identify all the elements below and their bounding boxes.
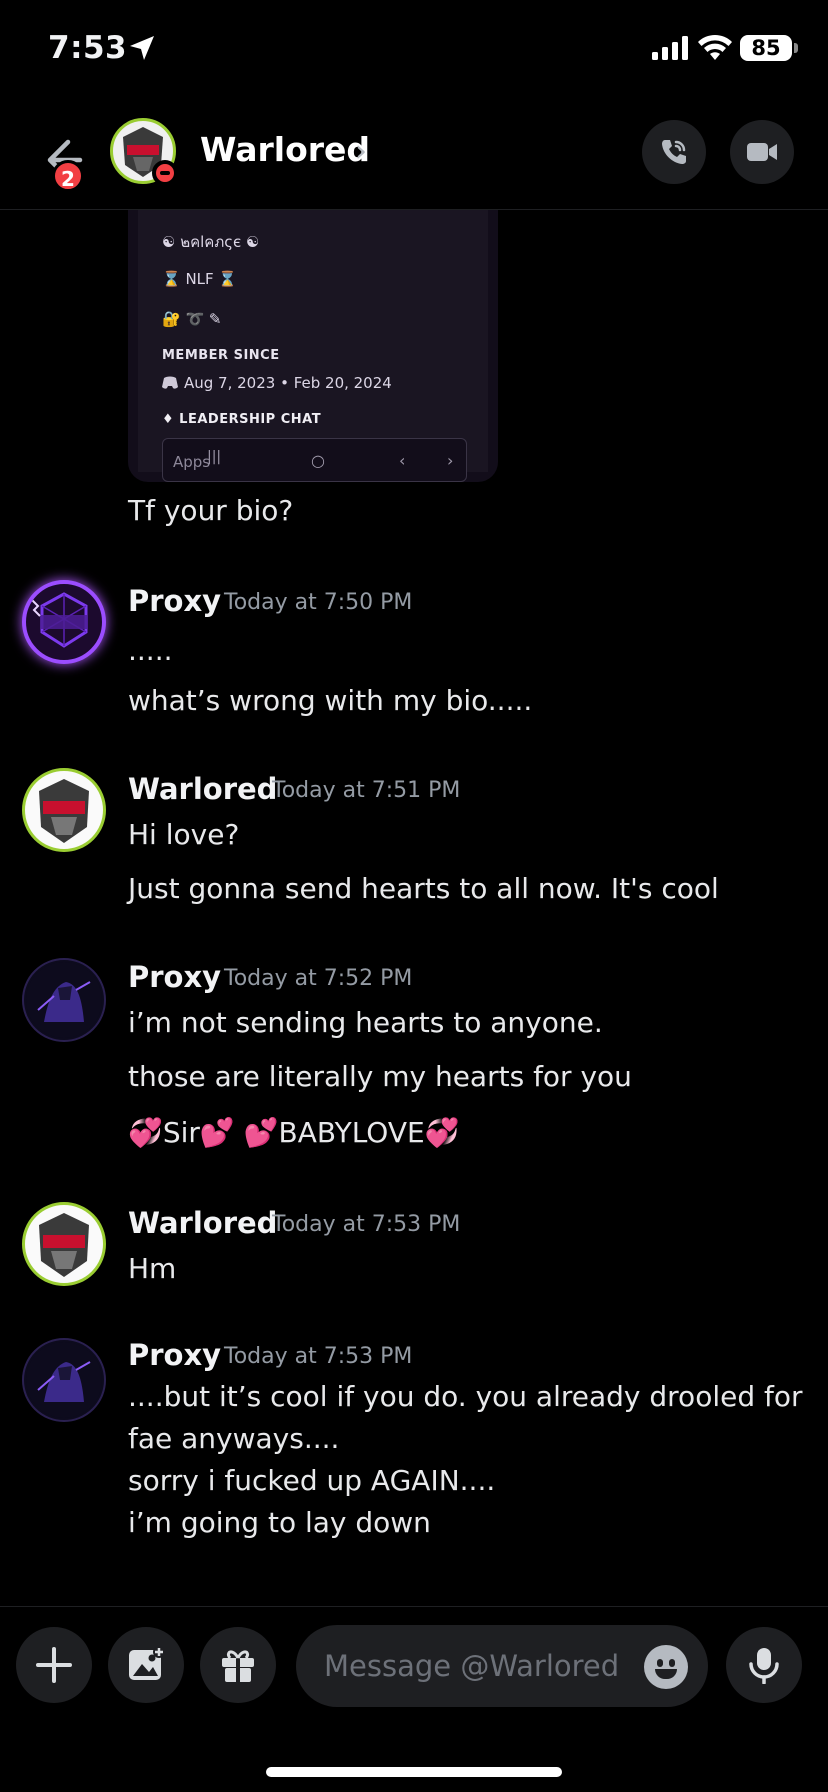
dm-recipient-name[interactable]: Warlored: [200, 130, 370, 169]
status-bar: 7:53 85: [0, 0, 828, 100]
warlored-logo-icon: [39, 779, 89, 843]
message-text: i’m not sending hearts to anyone.: [128, 1006, 603, 1039]
message-text: those are literally my hearts for you: [128, 1060, 632, 1093]
home-indicator[interactable]: [266, 1767, 562, 1777]
phone-icon: [662, 140, 686, 164]
proxy-character-icon: [26, 962, 102, 1038]
message-timestamp: Today at 7:50 PM: [224, 590, 413, 615]
emoji-icon[interactable]: [644, 1645, 688, 1689]
message-author[interactable]: Proxy: [128, 1338, 221, 1372]
message-author[interactable]: Warlored: [128, 772, 277, 806]
message-timestamp: Today at 7:53 PM: [272, 1212, 461, 1237]
recent-apps-icon: |||: [207, 449, 222, 465]
emoji-mouth: [655, 1669, 677, 1679]
warlored-logo-icon: [39, 1213, 89, 1277]
message-input-container[interactable]: [296, 1625, 708, 1707]
message-composer: [0, 1606, 828, 1726]
member-since-heading: MEMBER SINCE: [162, 348, 280, 363]
apps-label: Apps: [173, 453, 211, 471]
avatar[interactable]: [22, 768, 106, 852]
battery-tip: [794, 43, 798, 53]
forward-nav-icon: ›: [447, 451, 454, 470]
message-text: ....but it’s cool if you do. you already…: [128, 1380, 803, 1413]
profile-line-1: ☯ ๒คlคภςє ☯: [162, 233, 260, 251]
proxy-character-icon: [26, 1342, 102, 1418]
discord-logo-icon: [162, 376, 178, 389]
voice-message-button[interactable]: [726, 1627, 802, 1703]
message-author[interactable]: Proxy: [128, 584, 221, 618]
back-nav-icon: ‹: [399, 451, 406, 470]
do-not-disturb-status-icon: [152, 160, 178, 186]
profile-line-3: 🔐 ➰ ✎: [162, 310, 222, 328]
message-text: Just gonna send hearts to all now. It's …: [128, 872, 719, 905]
avatar[interactable]: [22, 958, 106, 1042]
battery-indicator: 85: [740, 35, 792, 61]
message-input[interactable]: [324, 1645, 624, 1687]
message-text: .....: [128, 634, 173, 667]
microphone-icon: [749, 1648, 779, 1684]
apps-bar: Apps ||| ○ ‹ ›: [162, 438, 467, 482]
avatar[interactable]: [22, 1338, 106, 1422]
add-attachment-button[interactable]: [16, 1627, 92, 1703]
video-call-button[interactable]: [730, 120, 794, 184]
message-timestamp: Today at 7:52 PM: [224, 966, 413, 991]
home-icon: ○: [311, 451, 325, 470]
chevron-right-icon[interactable]: ›: [355, 134, 367, 169]
gift-button[interactable]: [200, 1627, 276, 1703]
status-time: 7:53: [48, 30, 128, 66]
image-icon: [129, 1646, 165, 1680]
message-timestamp: Today at 7:51 PM: [272, 778, 461, 803]
gallery-button[interactable]: [108, 1627, 184, 1703]
avatar[interactable]: [22, 1202, 106, 1286]
plus-icon: [36, 1647, 72, 1683]
profile-screenshot: ☯ ๒คlคภςє ☯ ⌛ NLF ⌛ 🔐 ➰ ✎ MEMBER SINCE A…: [138, 210, 488, 482]
message-text: fae anyways....: [128, 1422, 340, 1455]
unread-badge: 2: [52, 160, 84, 192]
message-text: i’m going to lay down: [128, 1506, 431, 1539]
message-text: Tf your bio?: [128, 494, 294, 527]
leadership-chat-label: ♦ LEADERSHIP CHAT: [162, 412, 322, 427]
location-arrow-icon: [130, 36, 154, 60]
shared-image-attachment[interactable]: ☯ ๒คlคภςє ☯ ⌛ NLF ⌛ 🔐 ➰ ✎ MEMBER SINCE A…: [128, 210, 498, 482]
profile-line-2: ⌛ NLF ⌛: [162, 270, 238, 288]
message-text: sorry i fucked up AGAIN....: [128, 1464, 496, 1497]
message-text: what’s wrong with my bio.....: [128, 684, 533, 717]
member-since-dates: Aug 7, 2023 • Feb 20, 2024: [184, 374, 392, 392]
avatar[interactable]: [22, 580, 106, 664]
message-author[interactable]: Warlored: [128, 1206, 277, 1240]
cellular-signal-icon: [652, 36, 688, 60]
message-author[interactable]: Proxy: [128, 960, 221, 994]
message-timestamp: Today at 7:53 PM: [224, 1344, 413, 1369]
message-text: Hm: [128, 1252, 177, 1285]
proxy-logo-icon: [31, 592, 88, 648]
message-text: 💞Sir💕 💕BABYLOVE💞: [128, 1116, 460, 1149]
wifi-icon: [698, 34, 732, 60]
gift-icon: [222, 1650, 254, 1682]
video-camera-icon: [747, 143, 777, 161]
voice-call-button[interactable]: [642, 120, 706, 184]
chat-header: 2 Warlored ›: [0, 100, 828, 210]
message-text: Hi love?: [128, 818, 240, 851]
